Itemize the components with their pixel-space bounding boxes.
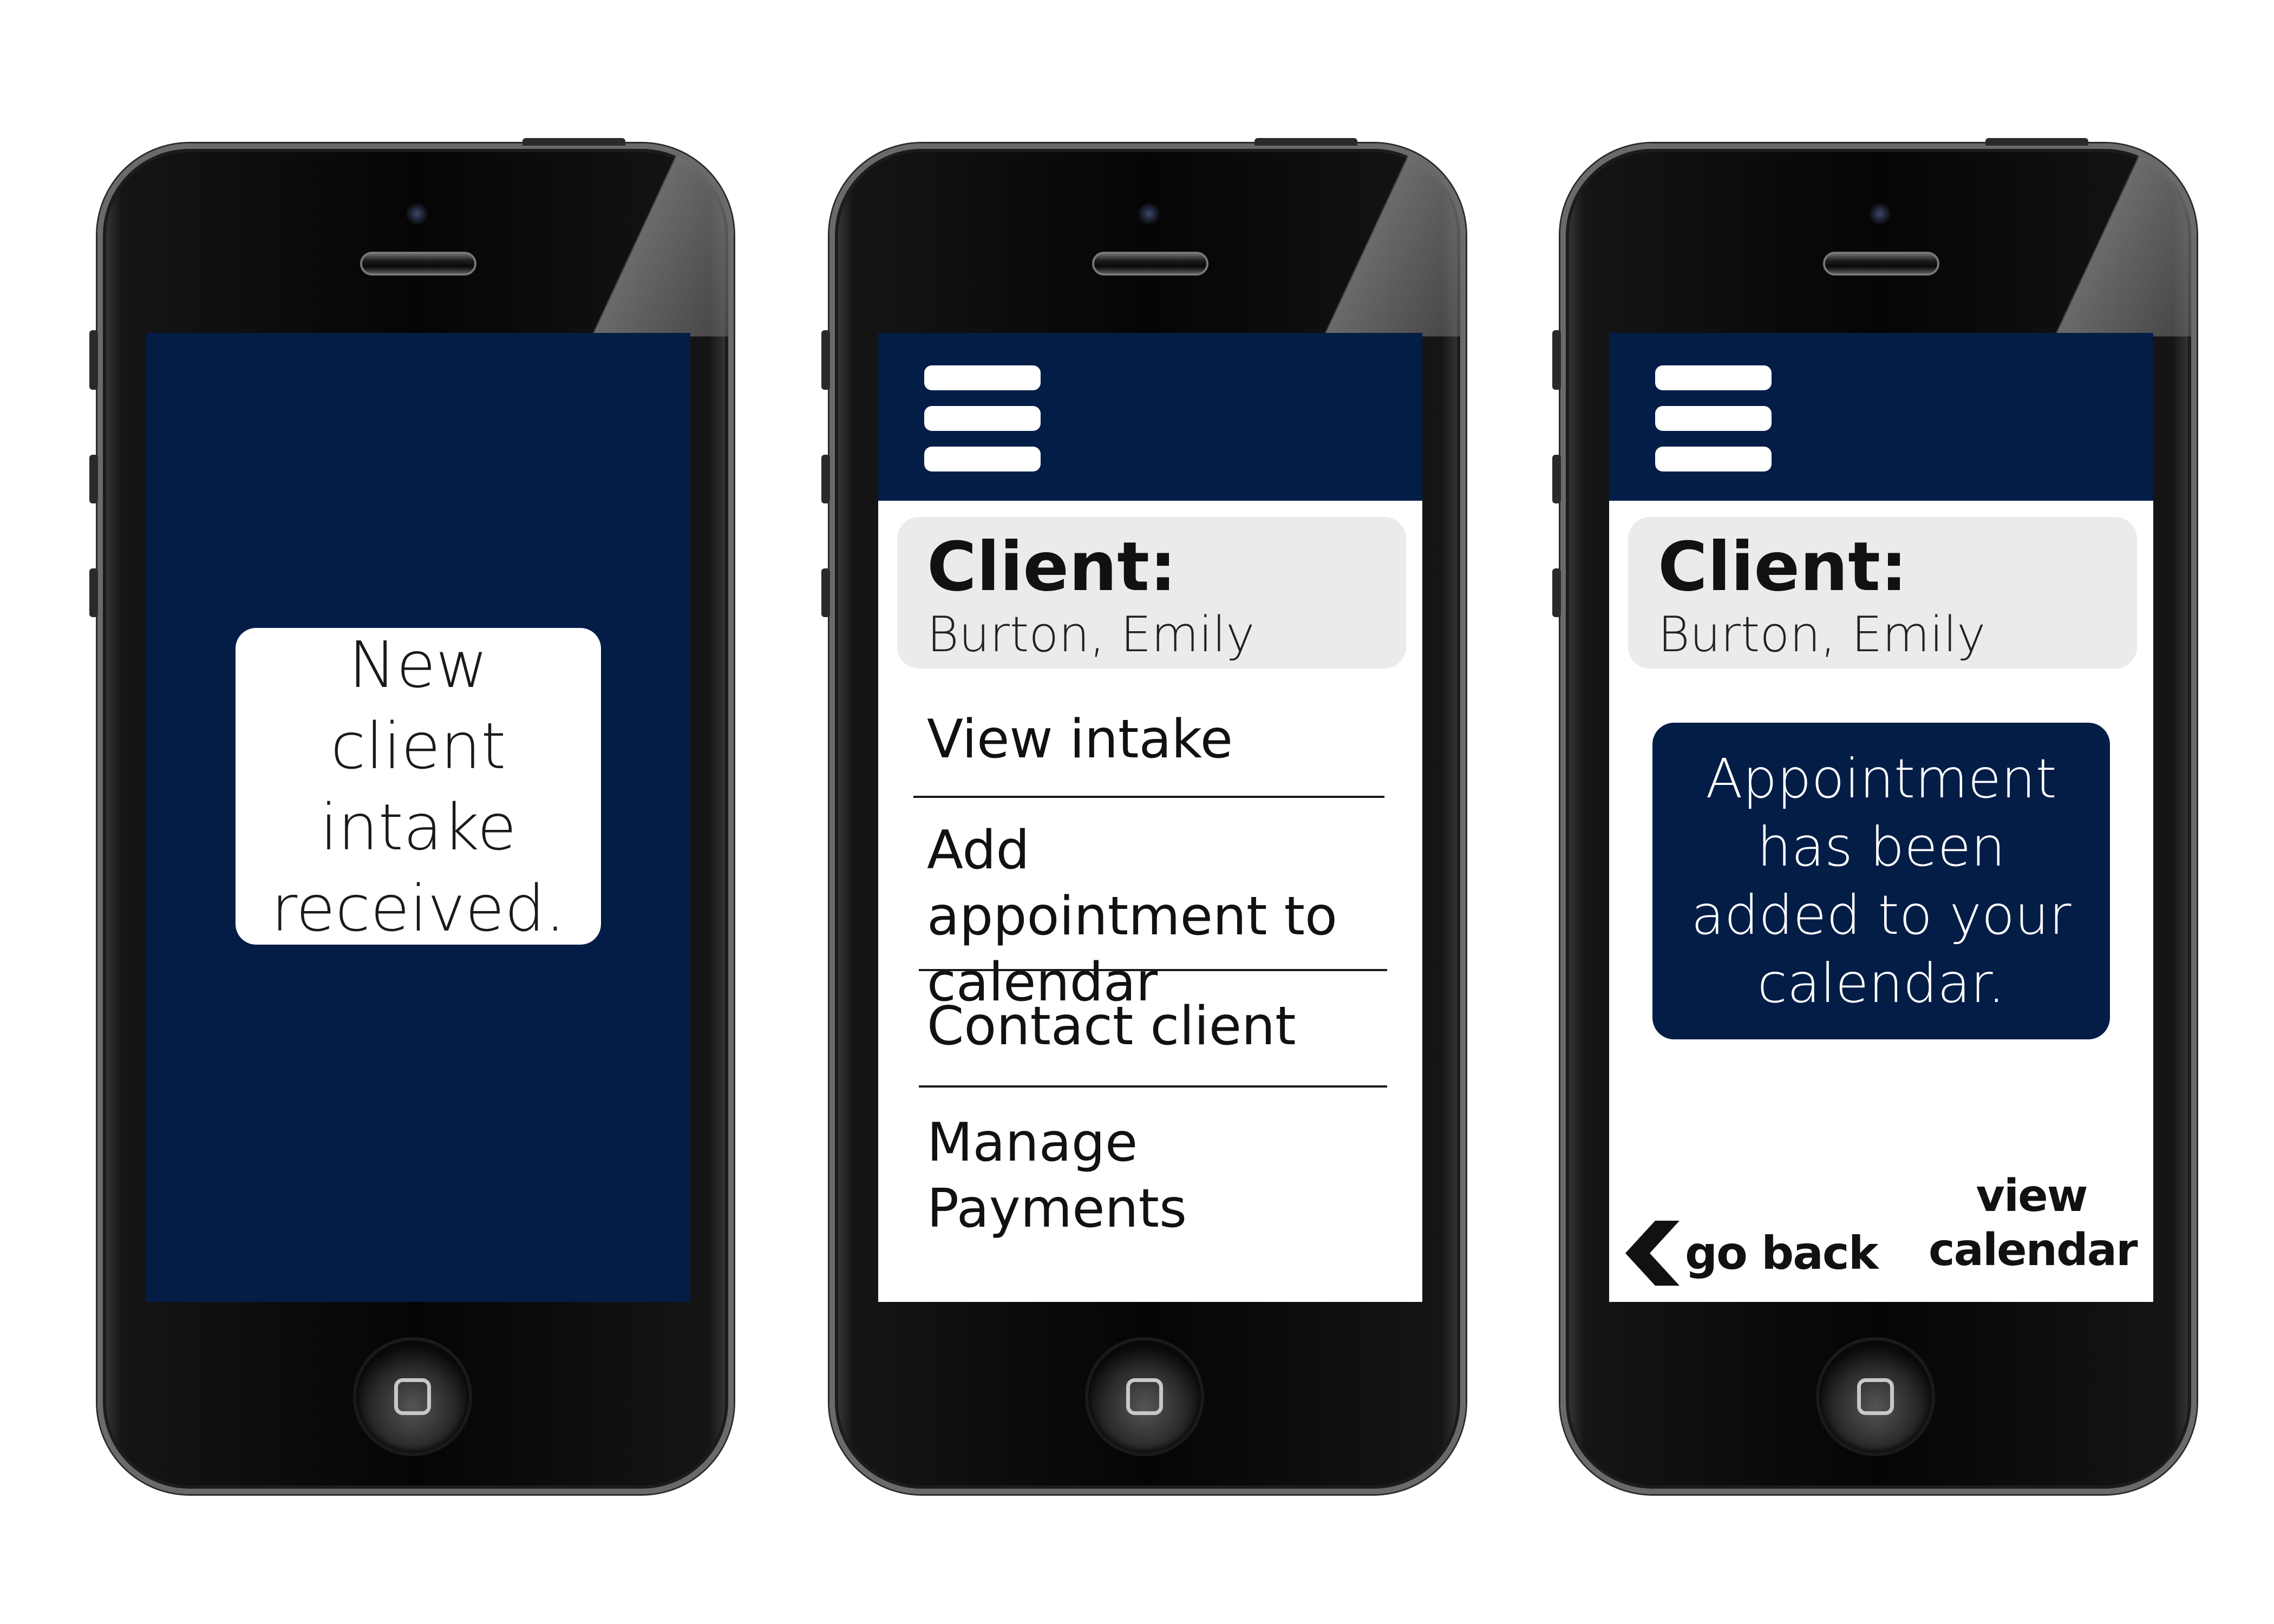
- client-label: Client:: [927, 528, 1177, 606]
- client-name: Burton, Emily: [1658, 606, 1986, 663]
- client-name: Burton, Emily: [927, 606, 1255, 663]
- client-card: Client: Burton, Emily: [897, 517, 1406, 669]
- go-back-label: go back: [1685, 1227, 1879, 1280]
- client-label: Client:: [1658, 528, 1907, 606]
- appointment-confirmation: Appointment has been added to your calen…: [1652, 723, 2110, 1039]
- app-header: [878, 333, 1422, 501]
- hamburger-icon[interactable]: [1655, 365, 1772, 474]
- home-button[interactable]: [353, 1337, 472, 1456]
- phone-mockup-2: Client: Burton, Emily View intake Add ap…: [829, 143, 1466, 1494]
- volume-down-button: [821, 568, 830, 617]
- client-menu-screen: Client: Burton, Emily View intake Add ap…: [878, 333, 1422, 1302]
- volume-down-button: [1552, 568, 1561, 617]
- home-square-icon: [394, 1378, 431, 1415]
- volume-up-button: [1552, 455, 1561, 503]
- front-camera: [406, 203, 428, 225]
- notification-screen: New client intake received.: [146, 333, 690, 1302]
- menu-divider: [913, 796, 1384, 798]
- menu-divider: [919, 1085, 1387, 1088]
- menu-divider: [919, 969, 1387, 971]
- go-back-button[interactable]: go back: [1625, 1221, 1879, 1286]
- volume-up-button: [89, 455, 98, 503]
- front-camera: [1869, 203, 1891, 225]
- menu-item-view-intake[interactable]: View intake: [927, 706, 1393, 772]
- menu-item-add-appointment[interactable]: Add appointment to calendar: [927, 817, 1371, 1016]
- front-camera: [1138, 203, 1160, 225]
- earpiece-speaker: [360, 252, 476, 276]
- confirmation-screen: Client: Burton, Emily Appointment has be…: [1609, 333, 2153, 1302]
- mute-switch: [821, 330, 830, 390]
- power-button: [1254, 138, 1357, 146]
- home-button[interactable]: [1816, 1337, 1935, 1456]
- chevron-left-icon: [1625, 1221, 1680, 1286]
- power-button: [522, 138, 625, 146]
- notification-text: New client intake received.: [271, 627, 566, 946]
- mute-switch: [89, 330, 98, 390]
- client-card: Client: Burton, Emily: [1628, 517, 2137, 669]
- mute-switch: [1552, 330, 1561, 390]
- new-intake-notification[interactable]: New client intake received.: [236, 627, 601, 946]
- confirmation-text: Appointment has been added to your calen…: [1691, 746, 2072, 1015]
- app-header: [1609, 333, 2153, 501]
- power-button: [1985, 138, 2088, 146]
- volume-up-button: [821, 455, 830, 503]
- hamburger-icon[interactable]: [924, 365, 1041, 474]
- volume-down-button: [89, 568, 98, 617]
- earpiece-speaker: [1823, 252, 1939, 276]
- menu-item-contact-client[interactable]: Contact client: [927, 993, 1393, 1059]
- earpiece-speaker: [1092, 252, 1208, 276]
- home-button[interactable]: [1085, 1337, 1204, 1456]
- phone-mockup-1: New client intake received.: [97, 143, 734, 1494]
- phone-mockup-3: Client: Burton, Emily Appointment has be…: [1560, 143, 2197, 1494]
- home-square-icon: [1126, 1378, 1163, 1415]
- menu-item-manage-payments[interactable]: Manage Payments: [927, 1110, 1393, 1242]
- view-calendar-button[interactable]: view calendar: [1929, 1169, 2138, 1278]
- home-square-icon: [1857, 1378, 1894, 1415]
